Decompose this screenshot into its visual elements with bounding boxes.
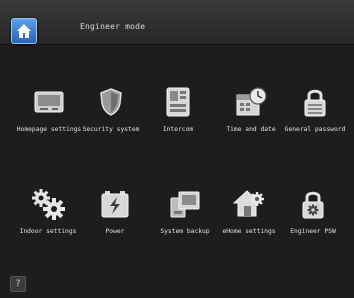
monitor-icon xyxy=(34,91,64,113)
tile-label: Intercom xyxy=(162,126,194,133)
battery-icon xyxy=(101,191,129,218)
tile-label: Time and date xyxy=(226,126,276,133)
tile-power[interactable]: Power xyxy=(80,184,150,235)
tile-label: Homepage settings xyxy=(16,126,82,133)
tile-label: Power xyxy=(105,228,125,235)
tile-intercom[interactable]: Intercom xyxy=(143,82,213,133)
tile-label: General password xyxy=(284,126,346,133)
lock-gear-icon xyxy=(302,191,324,219)
tile-label: eHome settings xyxy=(222,228,276,235)
tile-ehome-settings[interactable]: eHome settings xyxy=(214,184,284,235)
tile-general-password[interactable]: General password xyxy=(280,82,350,133)
home-button[interactable] xyxy=(11,18,37,44)
tile-engineer-psw[interactable]: Engineer PSW xyxy=(278,184,348,235)
gears-icon xyxy=(32,189,65,220)
tile-time-and-date[interactable]: Time and date xyxy=(216,82,286,133)
top-bar: Engineer mode xyxy=(0,0,354,45)
tile-label: Indoor settings xyxy=(19,228,77,235)
calendar-clock-icon xyxy=(236,87,267,116)
lock-icon xyxy=(304,89,326,117)
app-screen: Engineer mode Homepage settings Security… xyxy=(0,0,354,298)
house-gear-icon xyxy=(233,190,264,217)
tile-indoor-settings[interactable]: Indoor settings xyxy=(13,184,83,235)
tile-homepage-settings[interactable]: Homepage settings xyxy=(14,82,84,133)
tile-security-system[interactable]: Security system xyxy=(76,82,146,133)
tile-label: Engineer PSW xyxy=(290,228,336,235)
backup-icon xyxy=(170,191,200,218)
intercom-icon xyxy=(166,87,190,117)
tile-label: System backup xyxy=(160,228,210,235)
tile-label: Security system xyxy=(82,126,140,133)
help-button[interactable]: ? xyxy=(10,276,26,292)
shield-icon xyxy=(100,88,122,116)
tile-system-backup[interactable]: System backup xyxy=(150,184,220,235)
page-title: Engineer mode xyxy=(80,22,146,31)
home-icon xyxy=(17,24,31,38)
